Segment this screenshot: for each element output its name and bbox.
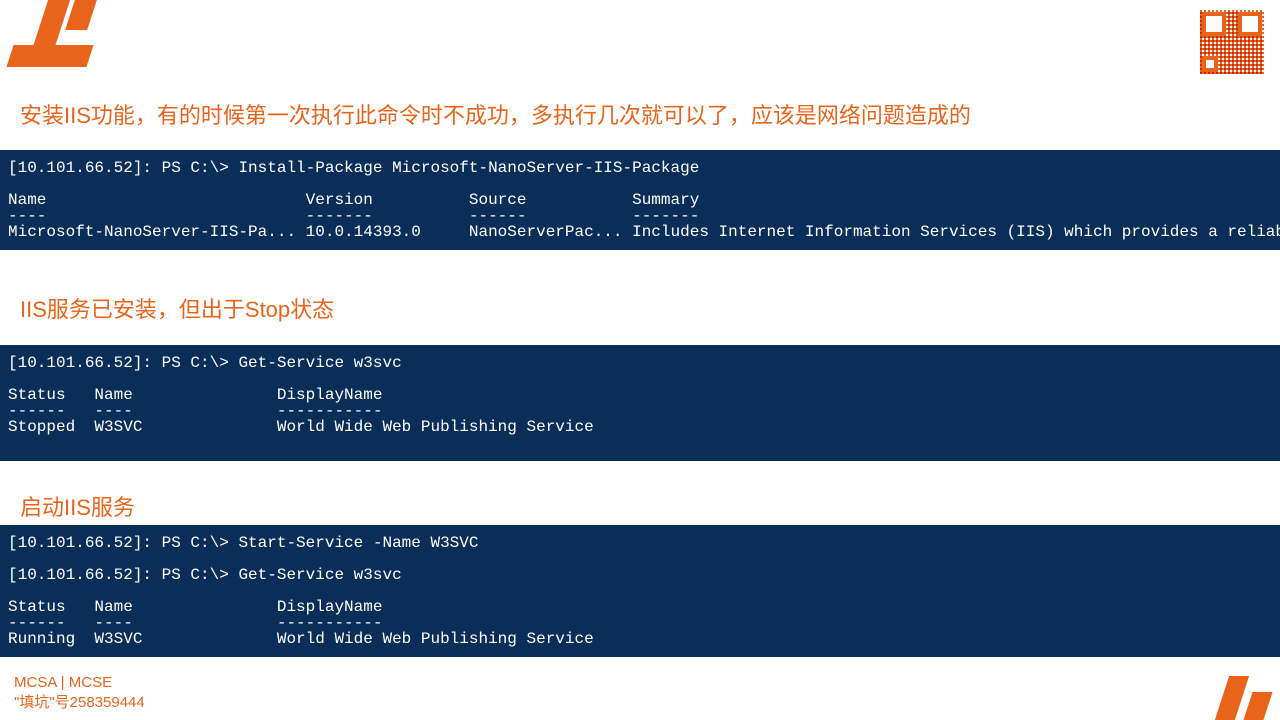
footer-line1: MCSA | MCSE	[14, 673, 145, 693]
heading-install-iis: 安装IIS功能，有的时候第一次执行此命令时不成功，多执行几次就可以了，应该是网络…	[0, 98, 991, 130]
footer-line2: "填坑"号258359444	[14, 693, 145, 713]
terminal-install-package: [10.101.66.52]: PS C:\> Install-Package …	[0, 150, 1280, 250]
heading-start-service: 启动IIS服务	[0, 490, 155, 522]
heading-service-stopped: IIS服务已安装，但出于Stop状态	[0, 292, 354, 324]
terminal-get-service-stopped: [10.101.66.52]: PS C:\> Get-Service w3sv…	[0, 345, 1280, 461]
terminal-start-service: [10.101.66.52]: PS C:\> Start-Service -N…	[0, 525, 1280, 657]
footer-credits: MCSA | MCSE "填坑"号258359444	[14, 673, 145, 712]
qr-code-icon	[1198, 8, 1266, 76]
